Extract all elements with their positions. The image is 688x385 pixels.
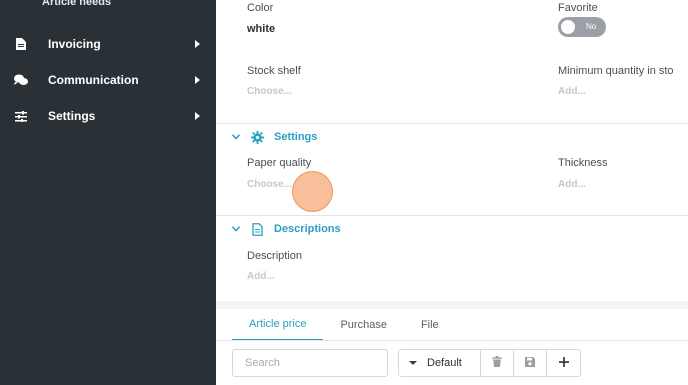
thickness-label: Thickness bbox=[558, 157, 608, 169]
chevron-right-icon bbox=[195, 76, 200, 84]
gear-icon bbox=[250, 130, 264, 144]
sidebar-item-label: Settings bbox=[48, 109, 96, 123]
sidebar-item-label: Communication bbox=[48, 73, 139, 87]
section-title: Settings bbox=[274, 131, 318, 143]
thickness-input[interactable]: Add... bbox=[558, 179, 586, 190]
chat-bubbles-icon bbox=[14, 73, 28, 87]
save-view-button[interactable] bbox=[514, 350, 547, 376]
delete-view-button[interactable] bbox=[481, 350, 514, 376]
tab-bar: Article price Purchase File bbox=[232, 309, 456, 341]
settings-section-header[interactable]: Settings bbox=[232, 129, 317, 145]
descriptions-section-header[interactable]: Descriptions bbox=[232, 221, 341, 237]
chevron-down-icon bbox=[232, 133, 240, 141]
tab-divider bbox=[216, 340, 688, 341]
sidebar-item-article-needs[interactable]: Article needs bbox=[42, 0, 111, 8]
tab-article-price[interactable]: Article price bbox=[232, 309, 324, 341]
default-view-dropdown[interactable]: Default bbox=[399, 350, 481, 376]
article-detail-panel: Color white Favorite No Stock shelf Choo… bbox=[216, 0, 688, 385]
divider bbox=[216, 123, 688, 124]
save-icon bbox=[525, 354, 535, 372]
sidebar-item-communication[interactable]: Communication bbox=[0, 62, 216, 98]
sliders-icon bbox=[14, 109, 28, 123]
description-input[interactable]: Add... bbox=[247, 271, 275, 282]
paper-quality-label: Paper quality bbox=[247, 157, 312, 169]
caret-down-icon bbox=[409, 361, 417, 365]
sidebar: Article needs Invoicing Communication Se… bbox=[0, 0, 216, 385]
invoice-icon bbox=[14, 37, 28, 51]
section-separator bbox=[216, 301, 688, 309]
search-input[interactable] bbox=[232, 349, 388, 377]
stock-shelf-label: Stock shelf bbox=[247, 65, 301, 77]
chevron-down-icon bbox=[232, 225, 240, 233]
sidebar-item-label: Invoicing bbox=[48, 37, 101, 51]
divider bbox=[216, 215, 688, 216]
add-view-button[interactable] bbox=[547, 350, 580, 376]
toggle-knob bbox=[561, 20, 575, 34]
color-label: Color bbox=[247, 2, 274, 14]
chevron-right-icon bbox=[195, 40, 200, 48]
trash-icon bbox=[492, 354, 502, 372]
paper-quality-select[interactable]: Choose... bbox=[247, 179, 292, 190]
document-icon bbox=[250, 222, 264, 236]
minimum-quantity-label: Minimum quantity in sto bbox=[558, 65, 674, 77]
tab-purchase[interactable]: Purchase bbox=[323, 309, 403, 341]
default-view-label: Default bbox=[427, 357, 462, 369]
plus-icon bbox=[558, 354, 569, 372]
color-value[interactable]: white bbox=[247, 23, 275, 35]
toggle-state-text: No bbox=[586, 22, 597, 31]
view-toolbar: Default bbox=[398, 349, 581, 377]
sidebar-item-settings[interactable]: Settings bbox=[0, 98, 216, 134]
section-title: Descriptions bbox=[274, 223, 341, 235]
minimum-quantity-input[interactable]: Add... bbox=[558, 86, 586, 97]
tab-file[interactable]: File bbox=[404, 309, 456, 341]
sidebar-item-invoicing[interactable]: Invoicing bbox=[0, 26, 216, 62]
favorite-label: Favorite bbox=[558, 2, 598, 14]
stock-shelf-select[interactable]: Choose... bbox=[247, 86, 292, 97]
description-label: Description bbox=[247, 250, 303, 262]
chevron-right-icon bbox=[195, 112, 200, 120]
favorite-toggle[interactable]: No bbox=[558, 17, 606, 37]
